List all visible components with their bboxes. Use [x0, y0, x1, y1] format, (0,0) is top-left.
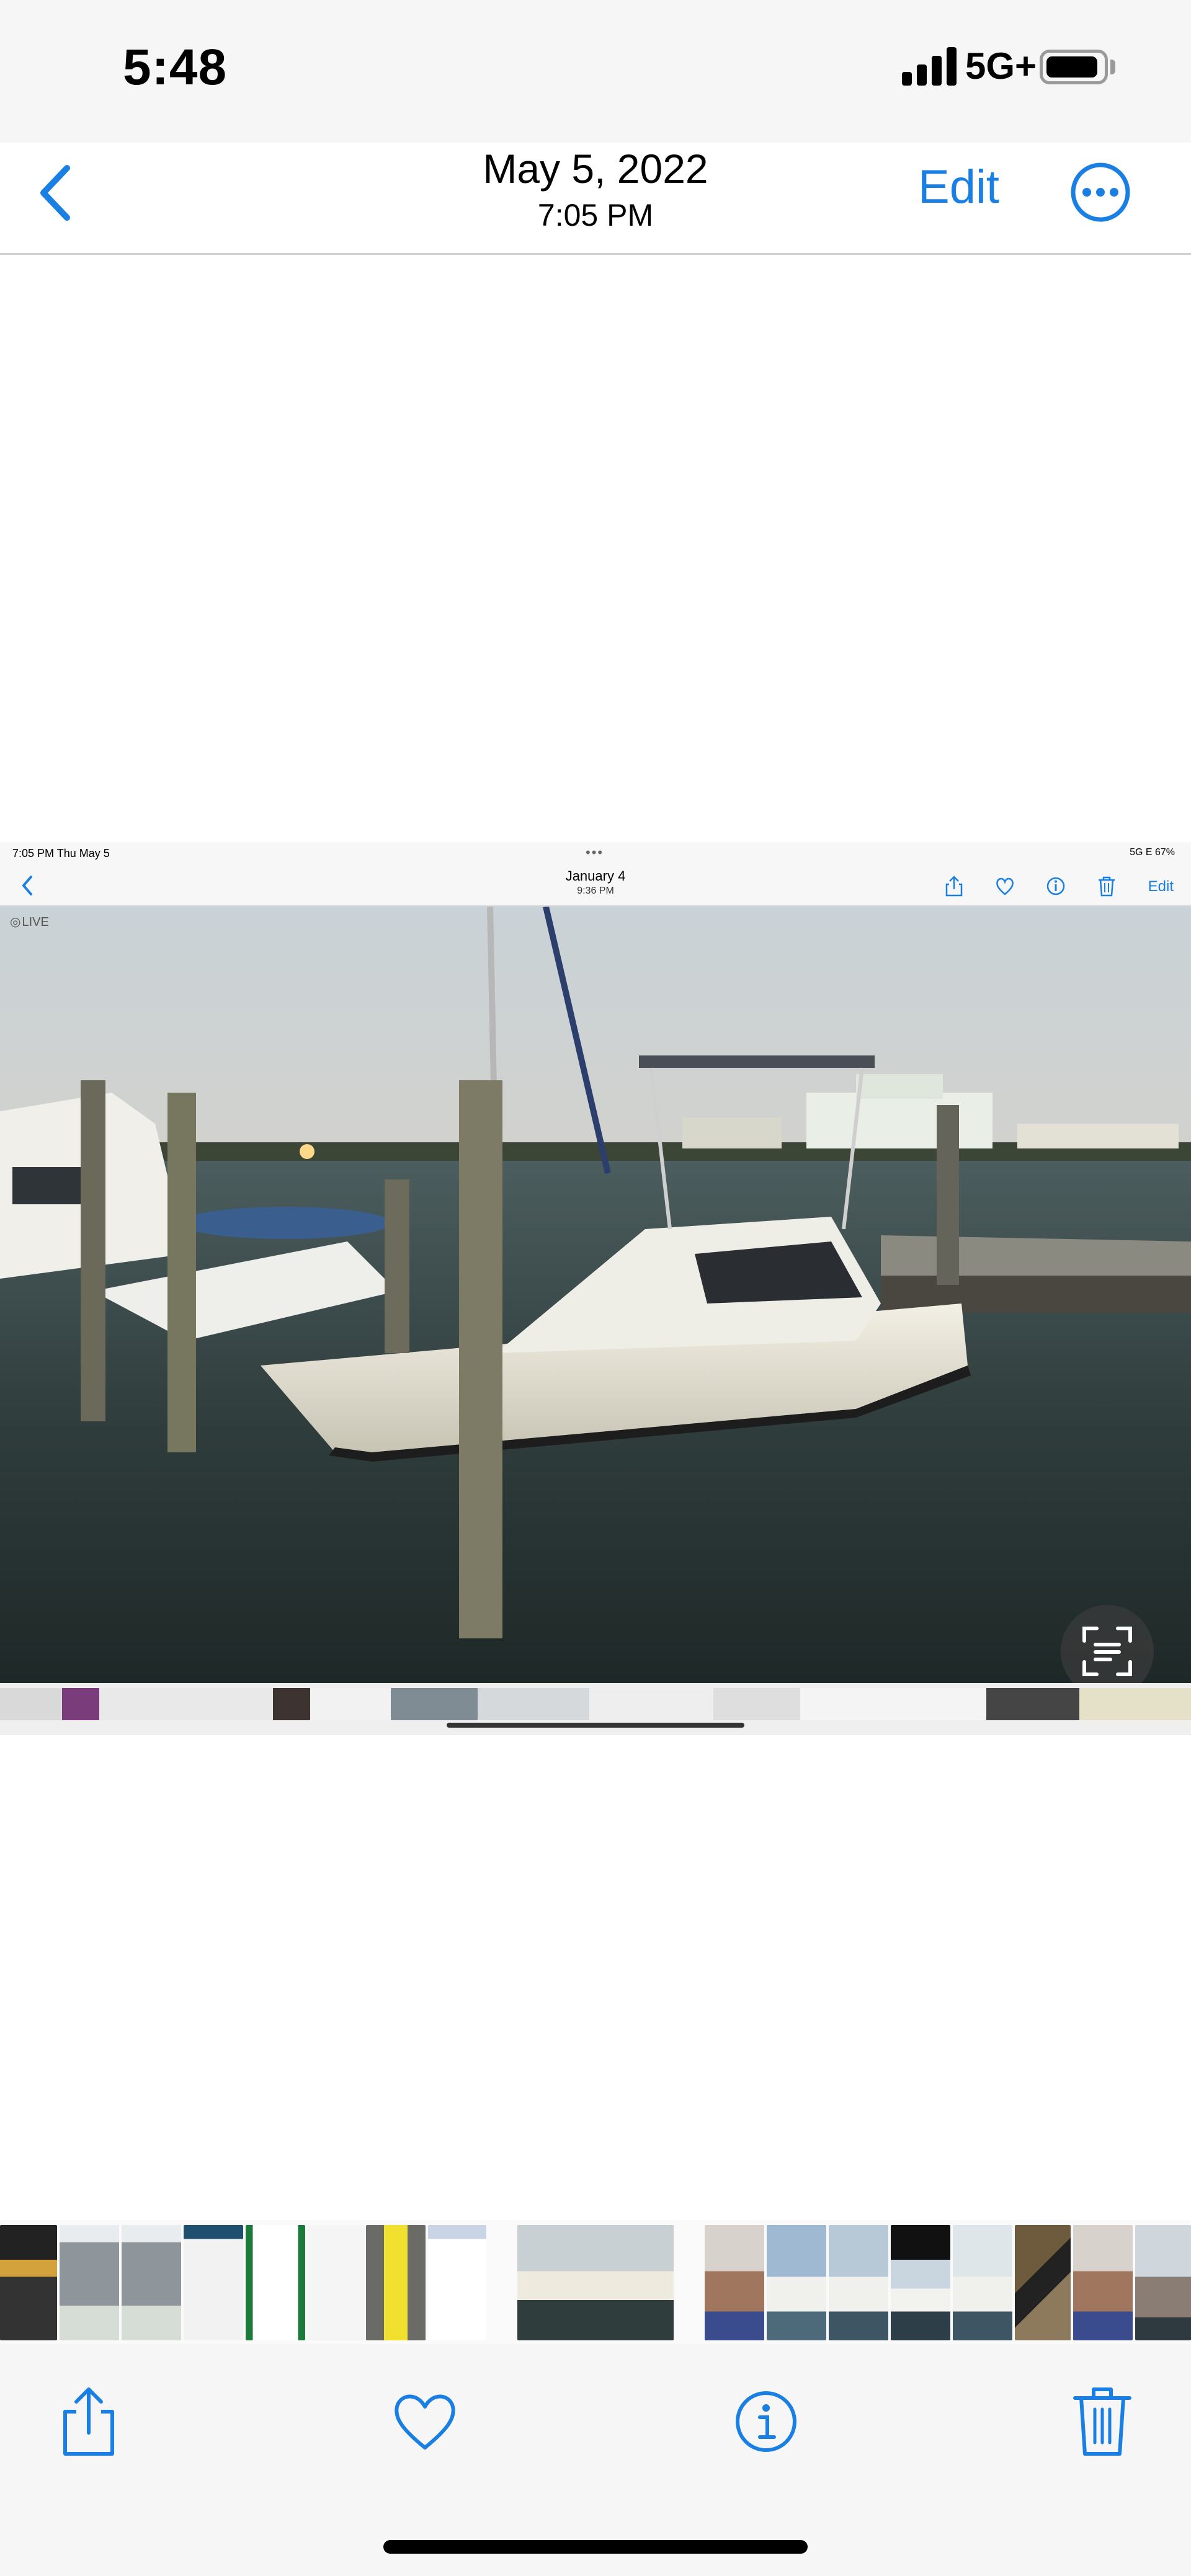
- thumbnail[interactable]: [1015, 2225, 1071, 2340]
- status-bar: 5:48 5G+: [0, 0, 1191, 143]
- embedded-status-time: 7:05 PM Thu May 5: [12, 847, 110, 859]
- edit-button[interactable]: Edit: [918, 160, 999, 214]
- thumbnail[interactable]: [60, 2225, 119, 2340]
- live-photo-badge: ◎ LIVE: [10, 914, 49, 930]
- boat-photo: [0, 907, 1191, 1683]
- thumbnail[interactable]: [767, 2225, 826, 2340]
- embedded-toolbar-icons: [944, 876, 1117, 897]
- embedded-thumbnail: [1079, 1688, 1191, 1720]
- thumbnail[interactable]: [1135, 2225, 1191, 2340]
- battery-icon: [1040, 50, 1108, 84]
- embedded-edit-button: Edit: [1148, 878, 1174, 895]
- trash-icon: [1073, 2387, 1131, 2456]
- info-icon: [736, 2391, 796, 2452]
- thumbnail[interactable]: [122, 2225, 181, 2340]
- share-button[interactable]: [48, 2381, 129, 2462]
- embedded-trash-icon: [1099, 876, 1115, 897]
- battery-tip: [1110, 60, 1115, 74]
- photo-time: 7:05 PM: [537, 198, 654, 233]
- back-button[interactable]: [31, 159, 81, 227]
- thumbnail[interactable]: [246, 2225, 305, 2340]
- embedded-thumbnail: [62, 1688, 99, 1720]
- nav-divider: [0, 253, 1191, 255]
- embedded-home-indicator: [447, 1723, 744, 1728]
- embedded-share-icon: [945, 876, 963, 897]
- thumbnail[interactable]: [308, 2225, 367, 2340]
- embedded-info-icon: [1046, 877, 1065, 895]
- photo-thumbnail-strip: [0, 2220, 1191, 2344]
- embedded-thumbnail: [273, 1688, 310, 1720]
- embedded-heart-icon: [996, 877, 1014, 895]
- thumbnail[interactable]: [0, 2225, 57, 2340]
- info-button[interactable]: [726, 2381, 806, 2462]
- embedded-photo-date: January 4: [565, 868, 626, 884]
- embedded-thumbnail: [589, 1688, 713, 1720]
- embedded-thumbnail: [310, 1688, 391, 1720]
- thumbnail[interactable]: [366, 2225, 426, 2340]
- home-indicator[interactable]: [383, 2540, 808, 2554]
- embedded-thumbnail: [391, 1688, 478, 1720]
- thumbnail-selected[interactable]: [517, 2225, 674, 2340]
- more-button[interactable]: [1069, 161, 1131, 223]
- embedded-multitask-dots: •••: [586, 845, 604, 860]
- embedded-thumbnail: [713, 1688, 800, 1720]
- embedded-nav-bar: January 4 9:36 PM Edit: [0, 864, 1191, 907]
- live-photo-icon: ◎: [10, 915, 21, 929]
- ellipsis-circle-icon: [1071, 162, 1130, 222]
- embedded-nav-title: January 4 9:36 PM: [533, 868, 658, 897]
- signal-strength-icon: [902, 47, 959, 86]
- thumbnail[interactable]: [184, 2225, 243, 2340]
- embedded-status-right: 5G E 67%: [1130, 847, 1175, 858]
- embedded-thumbnail: [0, 1688, 62, 1720]
- live-photo-label: LIVE: [22, 915, 49, 929]
- status-time: 5:48: [123, 39, 228, 95]
- thumbnail[interactable]: [705, 2225, 764, 2340]
- embedded-thumbnail: [478, 1688, 589, 1720]
- photo-date: May 5, 2022: [483, 146, 708, 192]
- embedded-photo-time: 9:36 PM: [577, 886, 614, 896]
- text-scan-icon: [1082, 1627, 1132, 1676]
- thumbnail[interactable]: [829, 2225, 888, 2340]
- embedded-thumbnail: [99, 1688, 273, 1720]
- embedded-chevron-left-icon: [22, 876, 32, 895]
- nav-title: May 5, 2022 7:05 PM: [409, 143, 782, 233]
- photo-image[interactable]: 7:05 PM Thu May 5 ••• 5G E 67% January 4…: [0, 842, 1191, 1735]
- delete-button[interactable]: [1062, 2381, 1143, 2462]
- embedded-thumbnail: [800, 1688, 986, 1720]
- thumbnail[interactable]: [1073, 2225, 1133, 2340]
- thumbnail[interactable]: [428, 2225, 486, 2340]
- embedded-thumbnail: [986, 1688, 1079, 1720]
- embedded-status-bar: 7:05 PM Thu May 5 ••• 5G E 67%: [0, 842, 1191, 864]
- thumbnail[interactable]: [891, 2225, 950, 2340]
- thumbnail[interactable]: [953, 2225, 1012, 2340]
- heart-icon: [395, 2394, 455, 2449]
- chevron-left-icon: [40, 165, 70, 221]
- share-icon: [63, 2387, 114, 2456]
- network-type: 5G+: [965, 45, 1037, 87]
- favorite-button[interactable]: [385, 2381, 465, 2462]
